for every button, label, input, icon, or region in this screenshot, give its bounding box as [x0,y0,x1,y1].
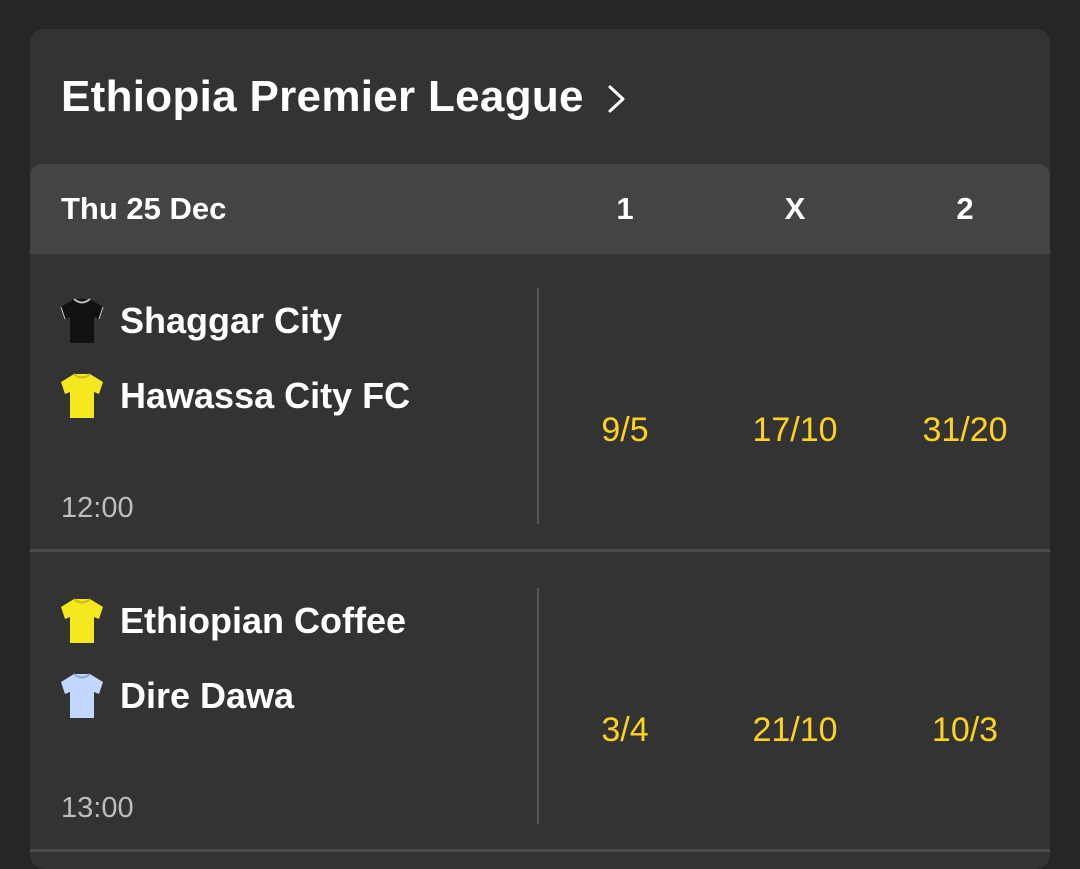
odds-draw[interactable]: 21/10 [710,700,880,760]
column-away-win: 2 [956,191,974,226]
odds-draw[interactable]: 17/10 [710,400,880,460]
column-home-win: 1 [616,191,634,226]
home-team: Shaggar City [59,295,342,347]
home-team-name: Shaggar City [120,300,343,341]
black-shirt-icon [60,298,104,343]
odds-home[interactable]: 3/4 [540,700,710,760]
away-team: Hawassa City FC [59,370,410,422]
away-team-name: Dire Dawa [120,675,295,716]
column-draw: X [784,191,806,226]
away-team-name: Hawassa City FC [120,375,411,416]
light-blue-shirt-icon [61,673,103,718]
kickoff-time: 12:00 [61,492,134,524]
event-date: Thu 25 Dec [61,191,227,226]
market-header-row: Thu 25 Dec 1 X 2 [30,164,1050,254]
yellow-shirt-icon [61,373,103,418]
home-team: Ethiopian Coffee [59,595,406,647]
column-divider [537,288,539,524]
league-card: Ethiopia Premier League Thu 25 Dec 1 X 2… [30,29,1050,869]
home-team-name: Ethiopian Coffee [120,600,406,641]
event-row[interactable]: Shaggar City Hawassa City FC 12:00 9/5 1… [30,254,1050,552]
chevron-right-icon [608,85,625,112]
odds-away[interactable]: 10/3 [880,700,1050,760]
league-header-link[interactable]: Ethiopia Premier League [30,29,1050,164]
row-divider [30,549,1050,552]
row-divider [30,849,1050,852]
away-team: Dire Dawa [59,670,294,722]
odds-home[interactable]: 9/5 [540,400,710,460]
column-divider [537,588,539,824]
event-row[interactable]: Ethiopian Coffee Dire Dawa 13:00 3/4 21/… [30,554,1050,852]
league-title: Ethiopia Premier League [61,71,584,121]
odds-away[interactable]: 31/20 [880,400,1050,460]
kickoff-time: 13:00 [61,792,134,824]
yellow-shirt-icon [61,598,103,643]
